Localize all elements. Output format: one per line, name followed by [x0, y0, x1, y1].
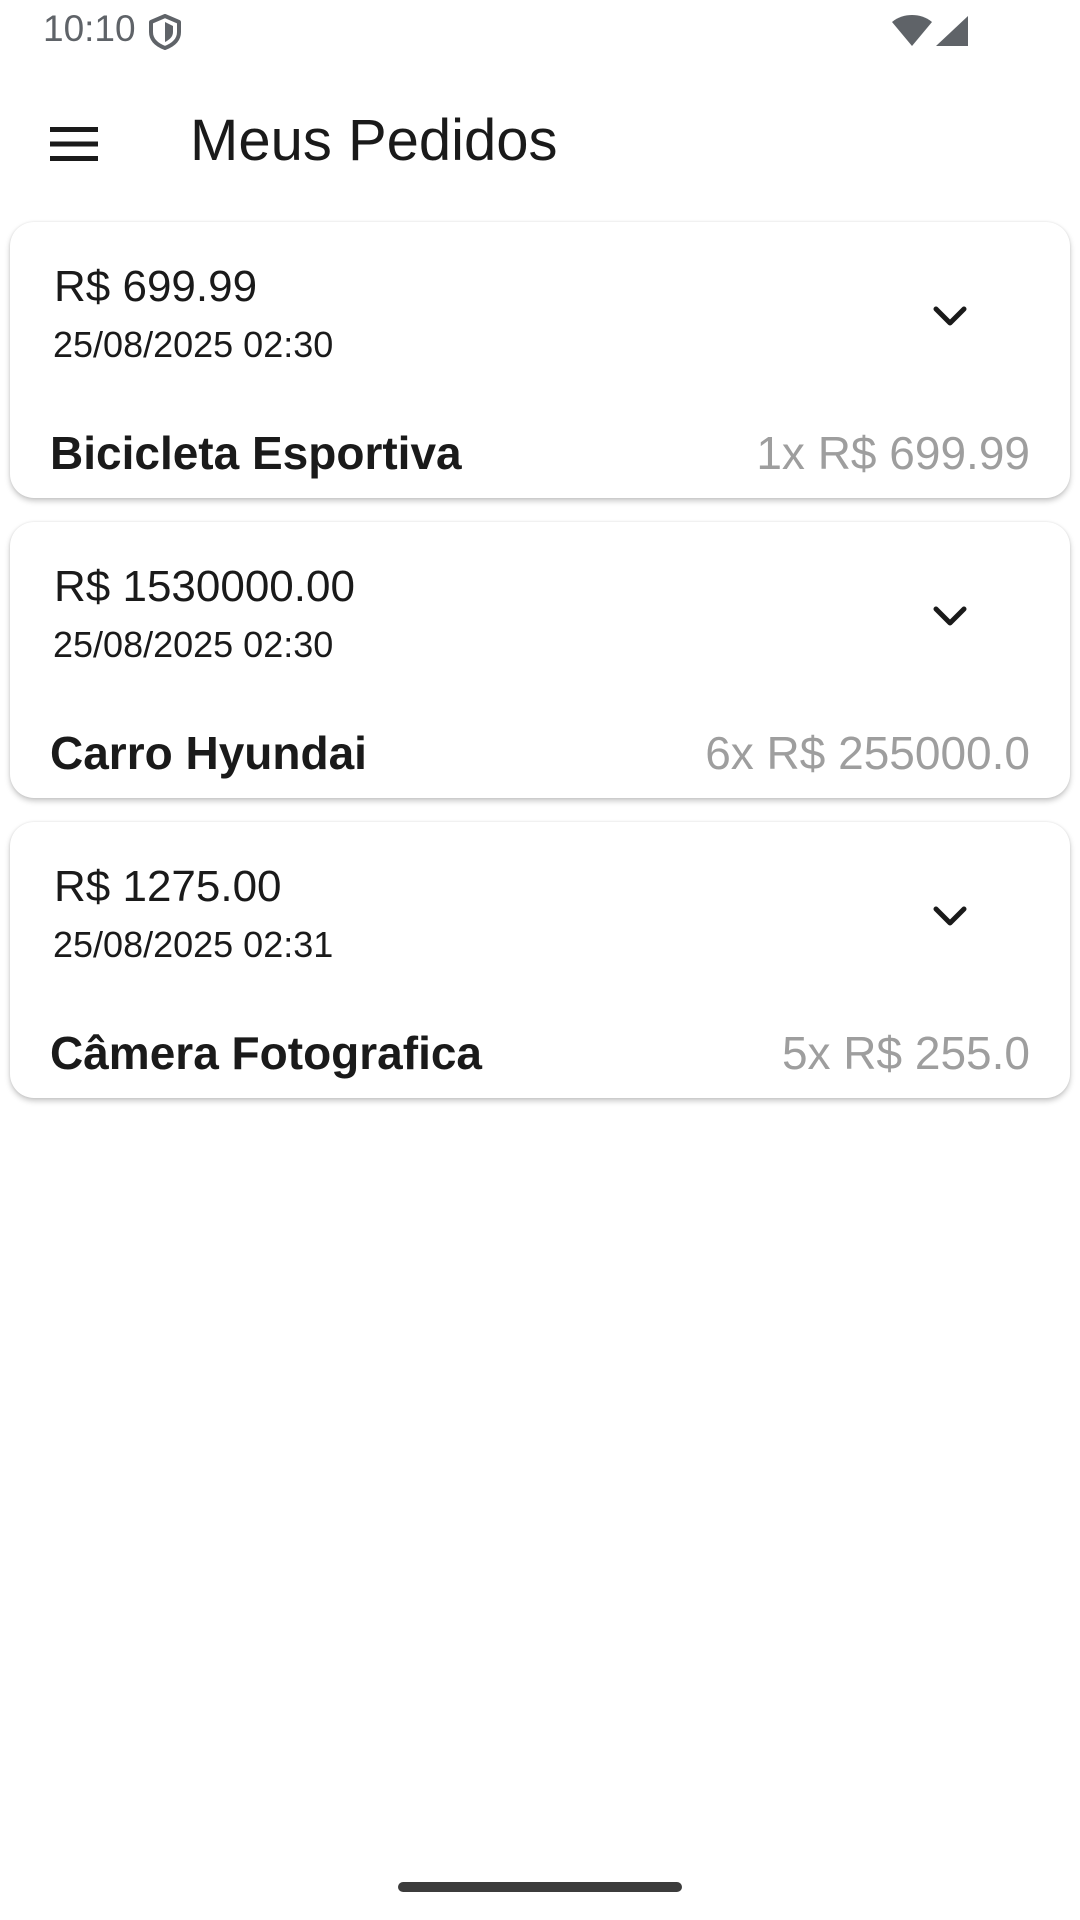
- item-name: Bicicleta Esportiva: [50, 427, 462, 479]
- order-total: R$ 1275.00: [54, 862, 282, 911]
- expand-button[interactable]: [910, 578, 990, 658]
- order-card[interactable]: R$ 1275.00 25/08/2025 02:31 Câmera Fotog…: [10, 822, 1070, 1098]
- app-bar: Meus Pedidos: [0, 64, 1080, 210]
- item-qty-price: 5x R$ 255.0: [781, 1027, 1030, 1079]
- status-time: 10:10: [43, 8, 136, 49]
- order-date: 25/08/2025 02:30: [53, 324, 334, 365]
- chevron-down-icon: [932, 304, 968, 333]
- item-qty-price: 1x R$ 699.99: [756, 427, 1030, 479]
- order-card[interactable]: R$ 699.99 25/08/2025 02:30 Bicicleta Esp…: [10, 222, 1070, 498]
- item-name: Câmera Fotografica: [50, 1027, 483, 1079]
- hamburger-menu-icon: [50, 126, 98, 167]
- order-date: 25/08/2025 02:30: [53, 624, 334, 665]
- item-qty-price: 6x R$ 255000.0: [705, 727, 1030, 779]
- shield-icon: [148, 14, 182, 50]
- page-title: Meus Pedidos: [190, 108, 558, 173]
- home-indicator[interactable]: [398, 1882, 682, 1892]
- menu-button[interactable]: [32, 104, 116, 188]
- expand-button[interactable]: [910, 878, 990, 958]
- item-name: Carro Hyundai: [50, 727, 367, 779]
- orders-list: R$ 699.99 25/08/2025 02:30 Bicicleta Esp…: [10, 222, 1070, 1122]
- expand-button[interactable]: [910, 278, 990, 358]
- signal-icon: [934, 14, 970, 48]
- status-bar: 10:10: [0, 0, 1080, 64]
- chevron-down-icon: [932, 604, 968, 633]
- order-date: 25/08/2025 02:31: [53, 924, 334, 965]
- order-total: R$ 1530000.00: [54, 562, 355, 611]
- chevron-down-icon: [932, 904, 968, 933]
- order-card[interactable]: R$ 1530000.00 25/08/2025 02:30 Carro Hyu…: [10, 522, 1070, 798]
- order-total: R$ 699.99: [54, 262, 258, 311]
- wifi-icon: [890, 14, 934, 48]
